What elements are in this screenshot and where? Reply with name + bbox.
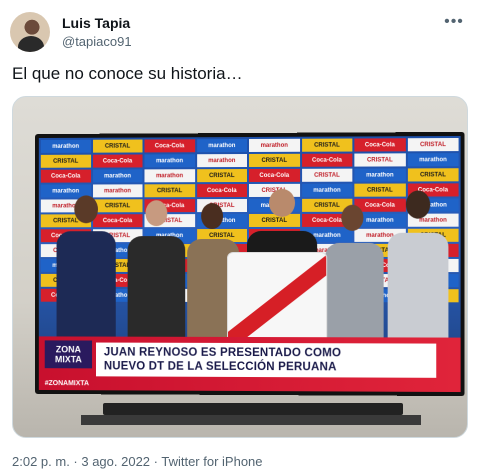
- headline-line2: NUEVO DT DE LA SELECCIÓN PERUANA: [103, 360, 337, 374]
- sponsor-logo: CRISTAL: [92, 199, 143, 213]
- sponsor-logo: marathon: [248, 138, 300, 152]
- sponsor-logo: CRISTAL: [301, 138, 353, 152]
- tv-screen: marathon CRISTAL Coca-Cola marathon marathon…: [38, 135, 461, 393]
- peru-jersey: [227, 251, 328, 348]
- sponsor-logo: CRISTAL: [196, 169, 248, 183]
- headline-text: JUAN REYNOSO ES PRESENTADO COMO NUEVO DT…: [104, 346, 341, 375]
- sponsor-logo: Coca-Cola: [40, 169, 91, 183]
- person-head: [269, 188, 296, 217]
- more-icon[interactable]: •••: [442, 12, 466, 32]
- person: [325, 242, 384, 352]
- sponsor-logo: CRISTAL: [144, 184, 195, 198]
- sponsor-logo: marathon: [40, 139, 91, 153]
- person-head: [145, 200, 168, 227]
- avatar[interactable]: [10, 12, 50, 52]
- sponsor-logo: Coca-Cola: [92, 214, 143, 228]
- sponsor-logo: CRISTAL: [248, 153, 300, 167]
- sponsor-logo: marathon: [92, 169, 143, 183]
- sponsor-logo: Coca-Cola: [196, 184, 248, 198]
- headline-line1: JUAN REYNOSO ES PRESENTADO COMO: [103, 346, 342, 360]
- sponsor-logo: Coca-Cola: [144, 139, 195, 153]
- person: [387, 232, 449, 352]
- sponsor-logo: Coca-Cola: [354, 198, 406, 212]
- sponsor-logo: marathon: [92, 184, 143, 198]
- hashtag: #ZONAMIXTA: [44, 380, 90, 388]
- zona-mixta-logo: ZONA MIXTA: [44, 340, 93, 369]
- sponsor-logo: marathon: [196, 139, 248, 153]
- person-head: [74, 195, 98, 224]
- sponsor-logo: CRISTAL: [92, 139, 143, 153]
- headline-box: JUAN REYNOSO ES PRESENTADO COMO NUEVO DT…: [95, 342, 437, 378]
- sponsor-logo: Coca-Cola: [354, 138, 406, 152]
- sponsor-logo: marathon: [144, 169, 195, 183]
- tv-stand: [103, 403, 403, 415]
- sponsor-logo: marathon: [301, 183, 353, 197]
- author-handle[interactable]: @tapiaco91: [62, 34, 132, 49]
- tv-cabinet: [81, 415, 421, 425]
- person-head: [201, 203, 224, 230]
- tweet-media-photo[interactable]: marathon CRISTAL Coca-Cola marathon marathon…: [12, 96, 468, 438]
- sponsor-logo: Coca-Cola: [92, 154, 143, 168]
- sponsor-logo: CRISTAL: [40, 154, 91, 168]
- tweet-timestamp[interactable]: 2:02 p. m. · 3 ago. 2022 · Twitter for i…: [12, 454, 263, 469]
- person: [127, 236, 186, 351]
- sponsor-logo: CRISTAL: [301, 168, 353, 182]
- tweet-header: Luis Tapia @tapiaco91 •••: [10, 10, 468, 54]
- sponsor-logo: marathon: [407, 153, 459, 167]
- person: [56, 231, 116, 351]
- tv-frame: marathon CRISTAL Coca-Cola marathon marathon…: [34, 131, 465, 397]
- sponsor-logo: CRISTAL: [407, 137, 459, 152]
- person-head: [341, 204, 364, 231]
- sponsor-logo: Coca-Cola: [248, 168, 300, 182]
- sponsor-logo: marathon: [354, 168, 406, 182]
- tv-lower-third: ZONA MIXTA JUAN REYNOSO ES PRESENTADO CO…: [38, 336, 461, 393]
- sponsor-logo: CRISTAL: [407, 168, 459, 182]
- logo-line2: MIXTA: [54, 354, 82, 365]
- person-head: [405, 190, 431, 219]
- sponsor-logo: Coca-Cola: [301, 153, 353, 167]
- sponsor-logo: CRISTAL: [354, 153, 406, 167]
- tweet-text: El que no conoce su historia…: [12, 64, 243, 83]
- sponsor-logo: marathon: [196, 154, 248, 168]
- sponsor-logo: marathon: [144, 154, 195, 168]
- sponsor-logo: CRISTAL: [248, 213, 300, 227]
- logo-line1: ZONA: [55, 344, 81, 355]
- sponsor-logo: CRISTAL: [354, 183, 406, 197]
- author-name[interactable]: Luis Tapia: [62, 15, 130, 31]
